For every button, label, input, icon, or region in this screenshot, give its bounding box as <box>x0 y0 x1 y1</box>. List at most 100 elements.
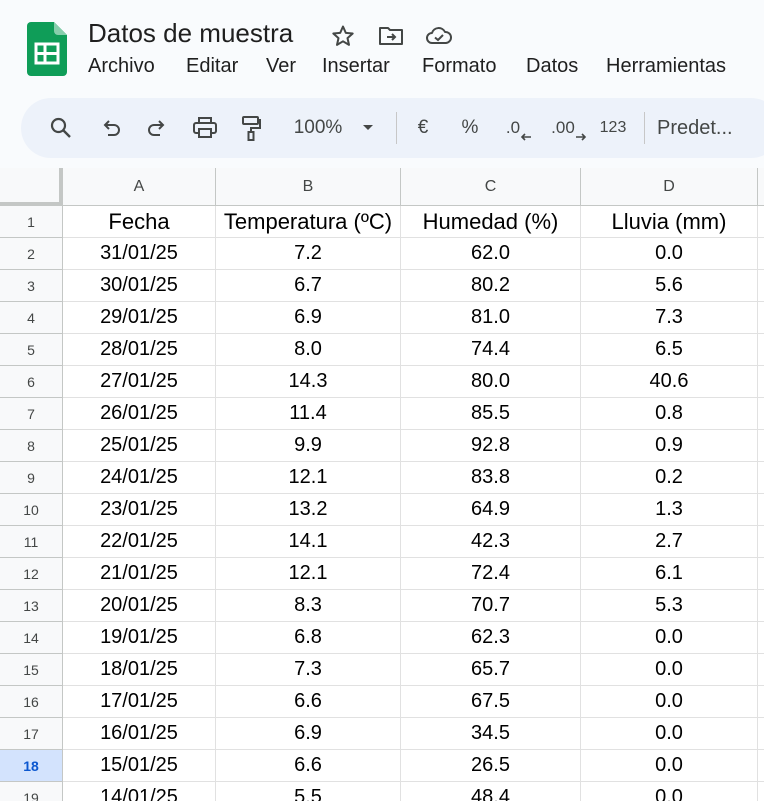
cell-lluvia[interactable]: 0.2 <box>581 462 758 494</box>
empty-cell[interactable] <box>758 238 764 270</box>
cell-lluvia[interactable]: 6.1 <box>581 558 758 590</box>
paint-format-icon[interactable] <box>233 98 269 158</box>
empty-cell[interactable] <box>758 526 764 558</box>
currency-format-button[interactable]: € <box>405 98 441 158</box>
empty-cell[interactable] <box>758 494 764 526</box>
move-to-folder-icon[interactable] <box>378 24 404 48</box>
empty-cell[interactable] <box>758 366 764 398</box>
cell-fecha[interactable]: 17/01/25 <box>63 686 216 718</box>
cell-lluvia[interactable]: 0.0 <box>581 782 758 801</box>
cell-fecha[interactable]: 21/01/25 <box>63 558 216 590</box>
cell-humedad[interactable]: 62.3 <box>401 622 581 654</box>
cell-temperatura[interactable]: 6.9 <box>216 718 401 750</box>
cell-lluvia[interactable]: 40.6 <box>581 366 758 398</box>
empty-cell[interactable] <box>758 590 764 622</box>
column-header-e[interactable] <box>758 168 764 206</box>
cell-fecha[interactable]: 20/01/25 <box>63 590 216 622</box>
menu-formato[interactable]: Formato <box>422 55 496 78</box>
row-header[interactable]: 14 <box>0 622 63 654</box>
cell-temperatura[interactable]: 6.6 <box>216 750 401 782</box>
cell-fecha[interactable]: 25/01/25 <box>63 430 216 462</box>
cell-humedad[interactable]: 26.5 <box>401 750 581 782</box>
cell-humedad[interactable]: 62.0 <box>401 238 581 270</box>
cell-lluvia[interactable]: 0.8 <box>581 398 758 430</box>
cell-humedad[interactable]: 48.4 <box>401 782 581 801</box>
cell-fecha[interactable]: 18/01/25 <box>63 654 216 686</box>
cloud-saved-icon[interactable] <box>425 24 452 48</box>
cell-humedad[interactable]: 92.8 <box>401 430 581 462</box>
row-header[interactable]: 1 <box>0 206 63 238</box>
cell-temperatura[interactable]: 6.7 <box>216 270 401 302</box>
row-header[interactable]: 18 <box>0 750 63 782</box>
empty-cell[interactable] <box>758 718 764 750</box>
menu-editar[interactable]: Editar <box>186 55 238 78</box>
cell-humedad[interactable]: 72.4 <box>401 558 581 590</box>
font-select[interactable]: Predet... <box>657 98 757 158</box>
cell-humedad[interactable]: 81.0 <box>401 302 581 334</box>
menu-archivo[interactable]: Archivo <box>88 55 155 78</box>
cell-lluvia[interactable]: 0.0 <box>581 238 758 270</box>
cell-lluvia[interactable]: 7.3 <box>581 302 758 334</box>
cell-lluvia[interactable]: 2.7 <box>581 526 758 558</box>
empty-cell[interactable] <box>758 622 764 654</box>
row-header[interactable]: 3 <box>0 270 63 302</box>
empty-cell[interactable] <box>758 686 764 718</box>
cell-fecha[interactable]: 31/01/25 <box>63 238 216 270</box>
column-header-c[interactable]: C <box>401 168 581 206</box>
empty-cell[interactable] <box>758 462 764 494</box>
cell-fecha[interactable]: 30/01/25 <box>63 270 216 302</box>
cell-lluvia[interactable]: 0.0 <box>581 686 758 718</box>
menu-ver[interactable]: Ver <box>266 55 296 78</box>
empty-cell[interactable] <box>758 398 764 430</box>
cell-lluvia[interactable]: 0.9 <box>581 430 758 462</box>
cell-humedad[interactable]: 74.4 <box>401 334 581 366</box>
row-header[interactable]: 15 <box>0 654 63 686</box>
cell-temperatura[interactable]: 6.9 <box>216 302 401 334</box>
zoom-select[interactable]: 100% <box>279 98 389 158</box>
cell-fecha[interactable]: 24/01/25 <box>63 462 216 494</box>
row-header[interactable]: 9 <box>0 462 63 494</box>
cell-humedad[interactable]: 85.5 <box>401 398 581 430</box>
cell-temperatura[interactable]: 11.4 <box>216 398 401 430</box>
cell-humedad[interactable]: 34.5 <box>401 718 581 750</box>
header-cell-temperatura[interactable]: Temperatura (ºC) <box>216 206 401 238</box>
row-header[interactable]: 16 <box>0 686 63 718</box>
row-header[interactable]: 5 <box>0 334 63 366</box>
cell-fecha[interactable]: 29/01/25 <box>63 302 216 334</box>
empty-cell[interactable] <box>758 782 764 801</box>
cell-lluvia[interactable]: 0.0 <box>581 750 758 782</box>
cell-humedad[interactable]: 65.7 <box>401 654 581 686</box>
cell-humedad[interactable]: 83.8 <box>401 462 581 494</box>
cell-temperatura[interactable]: 7.3 <box>216 654 401 686</box>
increase-decimals-button[interactable]: .00 <box>547 98 591 158</box>
cell-fecha[interactable]: 19/01/25 <box>63 622 216 654</box>
row-header[interactable]: 10 <box>0 494 63 526</box>
cell-fecha[interactable]: 22/01/25 <box>63 526 216 558</box>
print-icon[interactable] <box>186 98 224 158</box>
row-header[interactable]: 8 <box>0 430 63 462</box>
document-title[interactable]: Datos de muestra <box>88 18 293 49</box>
decrease-decimals-button[interactable]: .0 <box>499 98 539 158</box>
cell-temperatura[interactable]: 6.8 <box>216 622 401 654</box>
row-header[interactable]: 2 <box>0 238 63 270</box>
header-cell-fecha[interactable]: Fecha <box>63 206 216 238</box>
empty-cell[interactable] <box>758 750 764 782</box>
empty-cell[interactable] <box>758 654 764 686</box>
row-header[interactable]: 6 <box>0 366 63 398</box>
redo-icon[interactable] <box>139 98 175 158</box>
column-header-b[interactable]: B <box>216 168 401 206</box>
star-icon[interactable] <box>331 24 357 48</box>
empty-cell[interactable] <box>758 430 764 462</box>
cell-temperatura[interactable]: 6.6 <box>216 686 401 718</box>
empty-cell[interactable] <box>758 270 764 302</box>
row-header[interactable]: 12 <box>0 558 63 590</box>
menu-datos[interactable]: Datos <box>526 55 578 78</box>
cell-fecha[interactable]: 27/01/25 <box>63 366 216 398</box>
search-icon[interactable] <box>43 98 79 158</box>
row-header[interactable]: 7 <box>0 398 63 430</box>
cell-humedad[interactable]: 70.7 <box>401 590 581 622</box>
cell-humedad[interactable]: 80.0 <box>401 366 581 398</box>
undo-icon[interactable] <box>93 98 129 158</box>
cell-fecha[interactable]: 26/01/25 <box>63 398 216 430</box>
column-header-d[interactable]: D <box>581 168 758 206</box>
